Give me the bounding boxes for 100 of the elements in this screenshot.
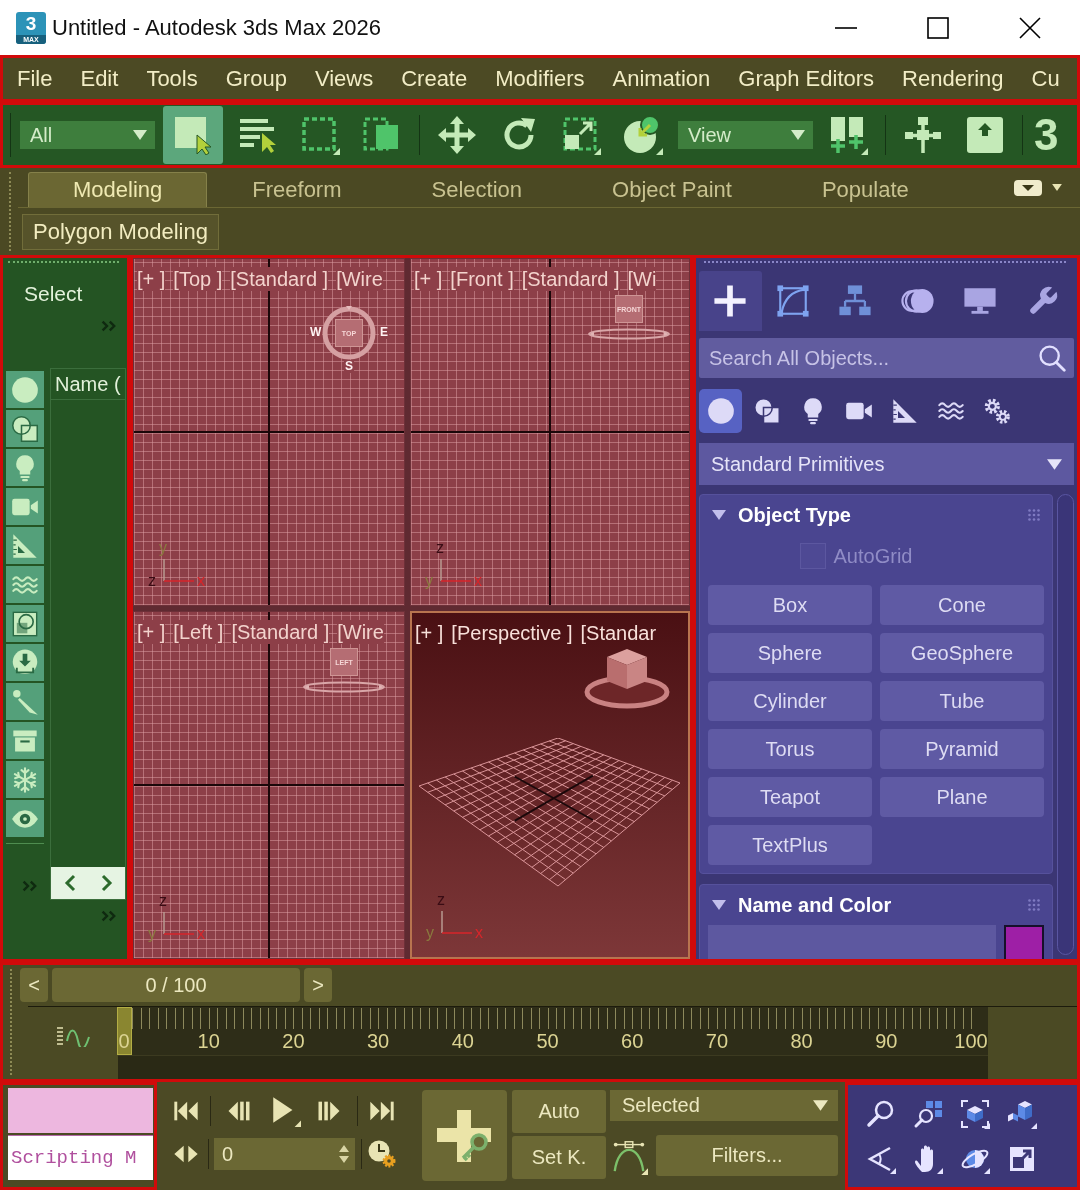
menu-item[interactable]: Rendering	[888, 65, 1018, 92]
primitive-button[interactable]: Sphere	[708, 633, 872, 673]
primitive-button[interactable]: Tube	[880, 681, 1044, 721]
viewport-label[interactable]: [Wi	[627, 267, 657, 291]
dropdown[interactable]: View	[678, 121, 813, 149]
object-class-dropdown[interactable]: Standard Primitives	[699, 443, 1074, 485]
primitive-button[interactable]: Cone	[880, 585, 1044, 625]
primitive-button[interactable]: Torus	[708, 729, 872, 769]
compass-ring-icon[interactable]	[322, 306, 376, 360]
primitive-button[interactable]: TextPlus	[708, 825, 872, 865]
script-input[interactable]: Scripting M	[8, 1135, 153, 1180]
set-key-button[interactable]	[422, 1090, 507, 1181]
hierarchy-icon	[838, 284, 873, 318]
tool-button[interactable]	[163, 106, 223, 164]
current-frame-marker[interactable]	[117, 1007, 132, 1055]
set-key-mode-button[interactable]: Set K.	[512, 1136, 606, 1179]
menu-item[interactable]: Modifiers	[481, 65, 599, 92]
ribbon-tab[interactable]: Populate	[776, 172, 954, 207]
triangle-down-icon[interactable]	[712, 900, 726, 910]
menu-item[interactable]: File	[3, 65, 67, 92]
viewport-label[interactable]: [Left ]	[173, 620, 224, 644]
rollout-title[interactable]: Name and Color	[738, 893, 892, 917]
viewport-label[interactable]: [Wire	[336, 267, 383, 291]
menu-item[interactable]: Graph Editors	[724, 65, 889, 92]
viewport-label[interactable]: [Front ]	[450, 267, 514, 291]
scrollbar[interactable]	[1057, 494, 1074, 955]
gears-icon	[982, 397, 1011, 425]
viewport-label[interactable]: [+ ]	[414, 267, 443, 291]
trackbar[interactable]: 0 10 20 30 40 50 60 70 80 90 100	[118, 1007, 988, 1079]
triangle-down-icon[interactable]	[712, 510, 726, 520]
viewport-label[interactable]: [Perspective ]	[451, 621, 573, 645]
ring-icon[interactable]	[302, 680, 386, 694]
ribbon-tab[interactable]: Modeling	[28, 172, 208, 207]
rollout-title[interactable]: Object Type	[738, 503, 851, 527]
primitive-button[interactable]: Pyramid	[880, 729, 1044, 769]
primitive-button[interactable]: Box	[708, 585, 872, 625]
explorer-menu[interactable]: Select	[24, 282, 83, 306]
filter-button[interactable]	[6, 605, 44, 642]
axis-label: x	[197, 925, 205, 942]
primitive-button[interactable]: GeoSphere	[880, 633, 1044, 673]
color-swatch[interactable]	[1004, 925, 1044, 959]
viewport-label[interactable]: [Standard ]	[231, 620, 330, 644]
menu-item[interactable]: Views	[300, 65, 388, 92]
filter-button[interactable]	[6, 527, 44, 564]
primitive-button[interactable]: Plane	[880, 777, 1044, 817]
next-frame-button[interactable]: >	[304, 968, 332, 1002]
name-field[interactable]	[708, 925, 996, 959]
viewport-label[interactable]: [+ ]	[137, 620, 166, 644]
viewport-label[interactable]: [Standar	[580, 621, 657, 645]
dropdown[interactable]: All	[20, 121, 155, 149]
viewport-label[interactable]: [Standard ]	[521, 267, 620, 291]
key-curve-icon[interactable]	[56, 1025, 90, 1047]
ribbon-tab[interactable]: Freeform	[207, 172, 387, 207]
snap-toggle[interactable]: 3	[1033, 110, 1060, 160]
viewcube-icon[interactable]	[582, 647, 672, 709]
filter-button[interactable]	[6, 644, 44, 681]
menu-item[interactable]: Edit	[66, 65, 133, 92]
ribbon-panel-tab[interactable]: Polygon Modeling	[22, 213, 219, 250]
previous-frame-button[interactable]: <	[20, 968, 48, 1002]
search-icon[interactable]	[1038, 344, 1066, 372]
viewport-label[interactable]: [Top ]	[173, 267, 223, 291]
viewport-label[interactable]: [+ ]	[415, 621, 444, 645]
command-tab[interactable]	[699, 271, 762, 331]
ring-icon[interactable]	[587, 327, 671, 341]
object-list[interactable]: Name (	[50, 368, 126, 900]
time-configuration-button[interactable]	[367, 1139, 397, 1169]
ribbon-tab[interactable]: Object Paint	[567, 172, 777, 207]
grip-dots-icon[interactable]	[1028, 899, 1040, 911]
grip-dots-icon[interactable]	[1028, 509, 1040, 521]
filter-button[interactable]	[6, 410, 44, 447]
search-field[interactable]: Search All Objects...	[699, 338, 1074, 378]
auto-key-button[interactable]: Auto	[512, 1090, 606, 1133]
primitive-button[interactable]: Teapot	[708, 777, 872, 817]
chevron-right-icon[interactable]	[100, 874, 113, 892]
compass-letter[interactable]: W	[309, 326, 323, 339]
ribbon-tab[interactable]: Selection	[386, 172, 568, 207]
toggle-icon[interactable]	[1014, 179, 1042, 196]
filters-button[interactable]: Filters...	[656, 1135, 838, 1176]
viewport-label[interactable]: [Wire	[337, 620, 384, 644]
viewport[interactable]: [+ ] [Perspective ] [Standar z y x	[410, 611, 690, 959]
listener-field[interactable]	[8, 1088, 153, 1133]
key-filter-dropdown[interactable]: Selected	[610, 1090, 838, 1121]
primitive-button[interactable]: Cylinder	[708, 681, 872, 721]
menu-item[interactable]: Cu	[1017, 65, 1074, 92]
compass-letter[interactable]: E	[379, 326, 389, 339]
column-header[interactable]: Name (	[51, 369, 125, 400]
filter-button[interactable]	[6, 800, 44, 837]
menu-item[interactable]: Animation	[598, 65, 725, 92]
frame-field[interactable]: 0	[214, 1138, 355, 1170]
viewport-label[interactable]: [+ ]	[137, 267, 166, 291]
viewport-label[interactable]: [Standard ]	[230, 267, 329, 291]
caret-down-icon[interactable]	[1052, 184, 1062, 191]
time-slider-thumb[interactable]: 0 / 100	[52, 968, 300, 1002]
menu-item[interactable]: Tools	[132, 65, 212, 92]
menu-item[interactable]: Create	[387, 65, 482, 92]
category-button[interactable]	[699, 389, 742, 433]
minimize-icon	[835, 26, 857, 29]
chevron-left-icon[interactable]	[63, 874, 76, 892]
compass-letter[interactable]: S	[344, 360, 354, 373]
menu-item[interactable]: Group	[211, 65, 301, 92]
